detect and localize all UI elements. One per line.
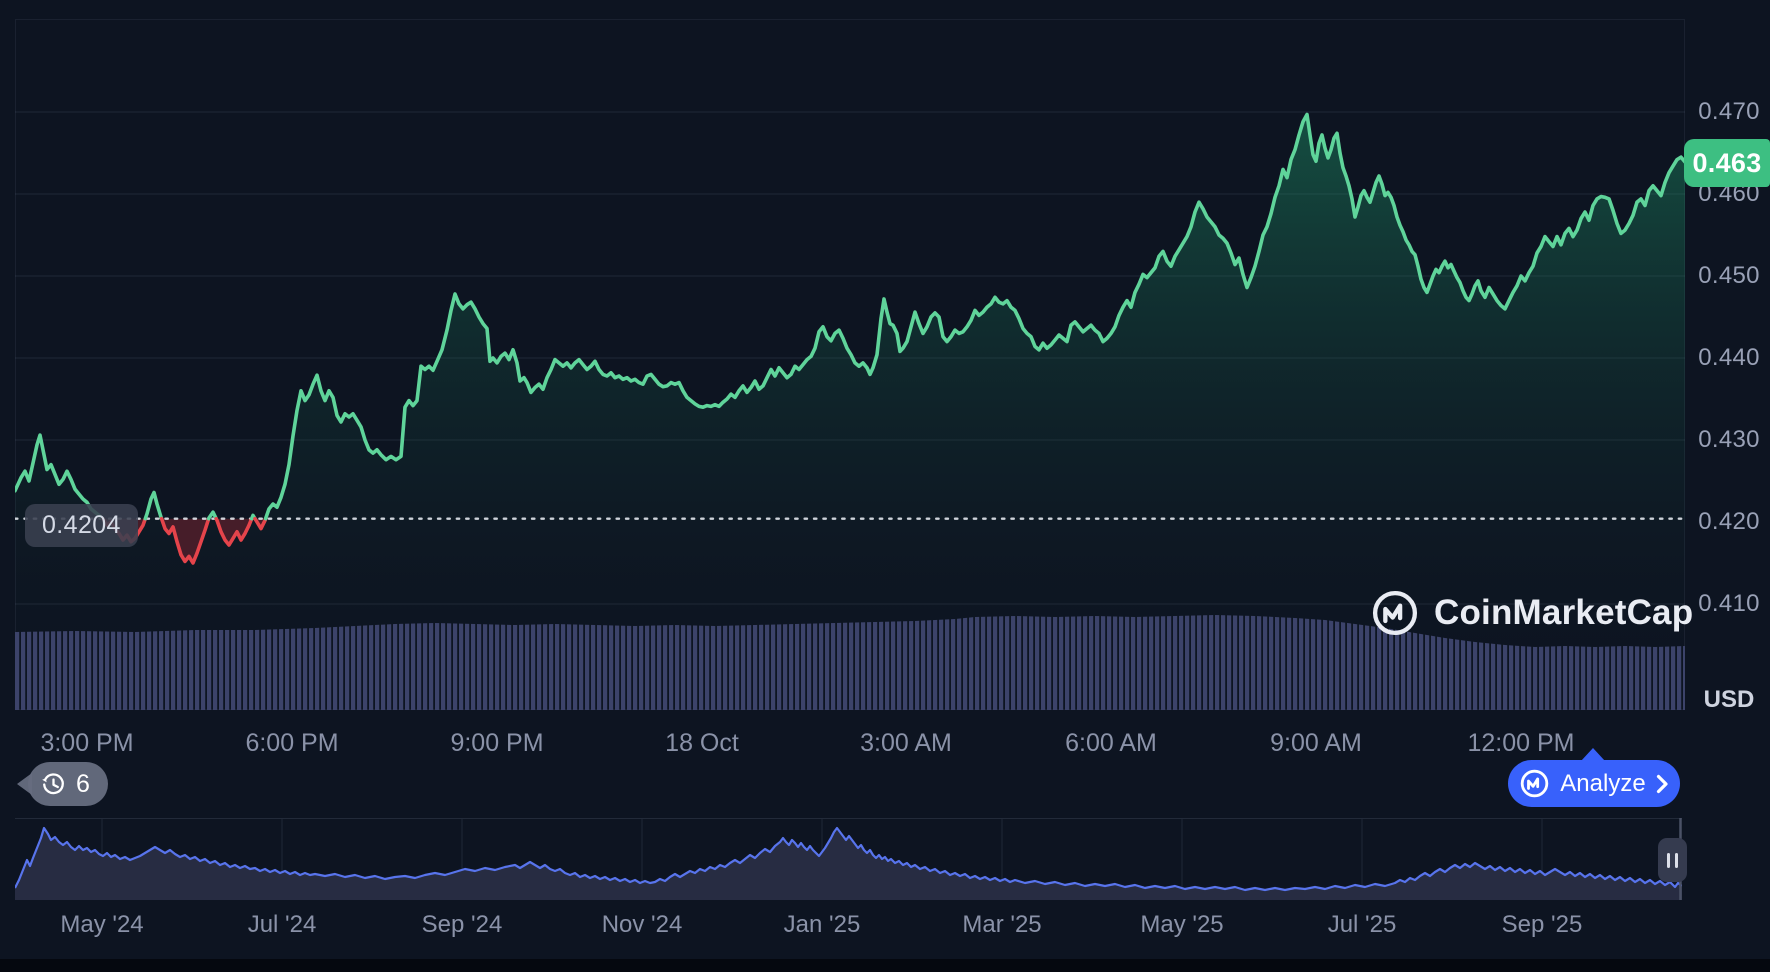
chevron-right-icon xyxy=(1656,774,1669,794)
time-tick-label: 9:00 AM xyxy=(1270,729,1362,758)
time-tick-label: 12:00 PM xyxy=(1467,729,1574,758)
month-tick-label: Mar '25 xyxy=(962,911,1041,939)
reference-price-label: 0.4204 xyxy=(25,504,138,547)
analyze-label: Analyze xyxy=(1560,770,1645,798)
time-tick-label: 6:00 AM xyxy=(1065,729,1157,758)
month-tick-label: Jul '25 xyxy=(1328,911,1397,939)
time-tick-label: 6:00 PM xyxy=(245,729,338,758)
time-tick-label: 18 Oct xyxy=(665,729,739,758)
handle-bar-icon xyxy=(1675,853,1678,868)
analyze-button[interactable]: Analyze xyxy=(1508,760,1680,807)
month-tick-label: Nov '24 xyxy=(602,911,683,939)
price-tick-label: 0.470 xyxy=(1692,98,1766,126)
time-tick-label: 3:00 PM xyxy=(40,729,133,758)
month-tick-label: Jan '25 xyxy=(784,911,861,939)
range-navigator-svg[interactable] xyxy=(15,818,1682,900)
bottom-divider xyxy=(0,959,1770,972)
handle-bar-icon xyxy=(1667,853,1670,868)
price-tick-label: 0.440 xyxy=(1692,344,1766,372)
month-tick-label: Sep '24 xyxy=(422,911,503,939)
month-tick-label: May '25 xyxy=(1140,911,1223,939)
price-chart-screen: 0.4700.4600.4500.4400.4300.4200.410 0.46… xyxy=(0,0,1770,972)
month-tick-label: May '24 xyxy=(60,911,143,939)
time-tick-label: 3:00 AM xyxy=(860,729,952,758)
current-price-value: 0.463 xyxy=(1692,148,1761,179)
history-badge-body: 6 xyxy=(28,762,108,806)
watermark-text: CoinMarketCap xyxy=(1434,593,1693,633)
current-price-badge: 0.463 xyxy=(1684,139,1770,187)
analyze-logo-icon xyxy=(1519,768,1550,799)
price-tick-label: 0.410 xyxy=(1692,590,1766,618)
time-tick-label: 9:00 PM xyxy=(450,729,543,758)
history-count: 6 xyxy=(76,770,90,799)
navigator-range-handle[interactable] xyxy=(1658,838,1687,882)
coinmarketcap-watermark: CoinMarketCap xyxy=(1370,588,1693,638)
history-clock-icon xyxy=(40,771,67,798)
coinmarketcap-logo-icon xyxy=(1370,588,1420,638)
reference-price-value: 0.4204 xyxy=(42,511,121,539)
price-tick-label: 0.450 xyxy=(1692,262,1766,290)
history-badge[interactable]: 6 xyxy=(17,762,108,806)
currency-unit-label: USD xyxy=(1692,686,1766,714)
price-tick-label: 0.420 xyxy=(1692,508,1766,536)
price-tick-label: 0.430 xyxy=(1692,426,1766,454)
navigator-area-fill xyxy=(15,828,1682,900)
month-tick-label: Jul '24 xyxy=(248,911,317,939)
month-tick-label: Sep '25 xyxy=(1502,911,1583,939)
